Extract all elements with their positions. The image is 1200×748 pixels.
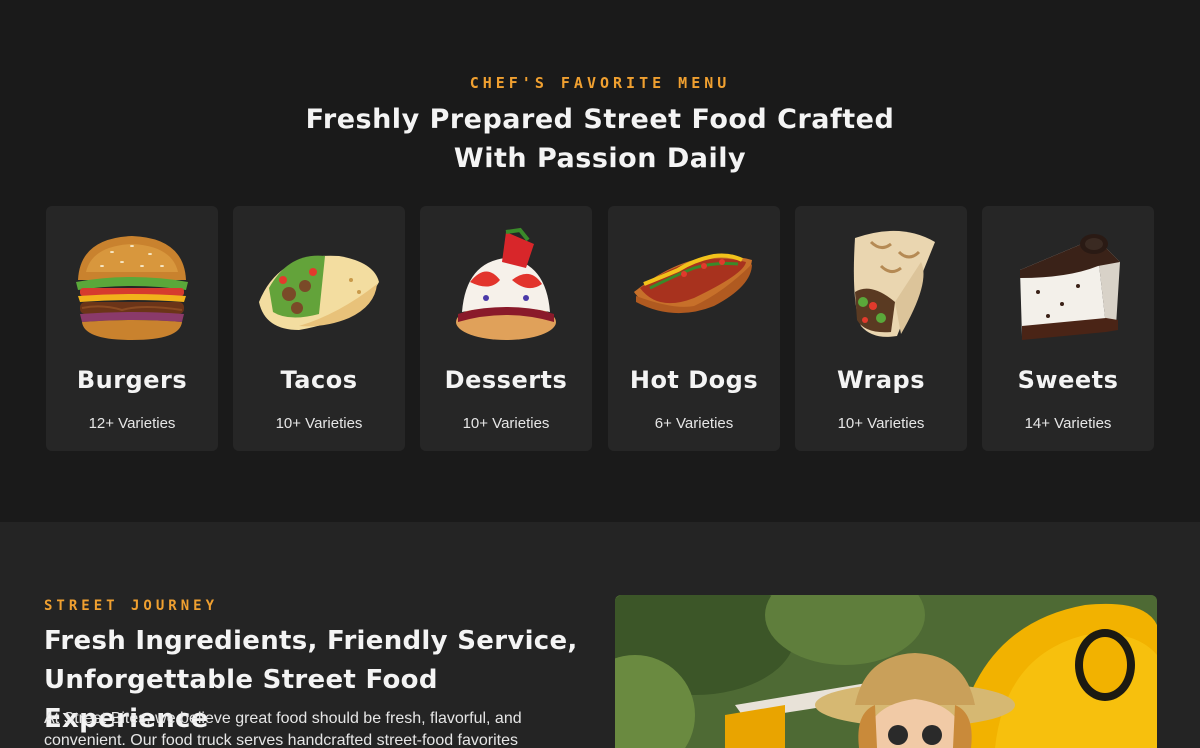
category-count: 6+ Varieties (654, 415, 734, 432)
category-name: Tacos (280, 366, 358, 394)
category-card-tacos[interactable]: Tacos 10+ Varieties (233, 206, 405, 451)
section-title: Freshly Prepared Street Food Crafted Wit… (300, 100, 900, 178)
category-card-desserts[interactable]: Desserts 10+ Varieties (420, 206, 592, 451)
category-card-wraps[interactable]: Wraps 10+ Varieties (795, 206, 967, 451)
category-card-burgers[interactable]: Burgers 12+ Varieties (46, 206, 218, 451)
chefs-favorite-menu-section: CHEF'S FAVORITE MENU Freshly Prepared St… (0, 0, 1200, 522)
category-name: Burgers (76, 366, 188, 394)
burger-image (76, 236, 188, 340)
section-body-text: At Street Bites, we believe great food s… (44, 710, 522, 748)
section-title-line-1: Freshly Prepared Street Food Crafted (305, 104, 895, 135)
taco-image (259, 255, 379, 330)
hotdog-image (634, 253, 752, 314)
section-title-line-2: With Passion Daily (453, 143, 747, 174)
category-card-hot-dogs[interactable]: Hot Dogs 6+ Varieties (608, 206, 780, 451)
street-journey-section: STREET JOURNEY Fresh Ingredients, Friend… (0, 522, 1200, 748)
wrap-image (853, 230, 935, 337)
category-count: 14+ Varieties (1024, 415, 1112, 432)
section-title-line-1: Fresh Ingredients, Friendly Service, (44, 626, 578, 656)
section-eyebrow: CHEF'S FAVORITE MENU (469, 74, 731, 92)
category-card-sweets[interactable]: Sweets 14+ Varieties (982, 206, 1154, 451)
category-name: Sweets (1017, 366, 1119, 394)
cake-image (1020, 234, 1120, 340)
section-eyebrow: STREET JOURNEY (44, 598, 219, 614)
category-name: Wraps (836, 366, 926, 394)
dessert-image (456, 227, 556, 340)
category-count: 10+ Varieties (275, 415, 363, 432)
menu-category-cards: Burgers 12+ Varieties Tacos 10+ Varietie… (46, 206, 1154, 451)
category-count: 12+ Varieties (88, 415, 176, 432)
category-count: 10+ Varieties (837, 415, 925, 432)
woman-with-food-truck-photo (615, 595, 1157, 748)
category-count: 10+ Varieties (462, 415, 550, 432)
category-name: Hot Dogs (629, 366, 759, 394)
category-name: Desserts (444, 366, 568, 394)
